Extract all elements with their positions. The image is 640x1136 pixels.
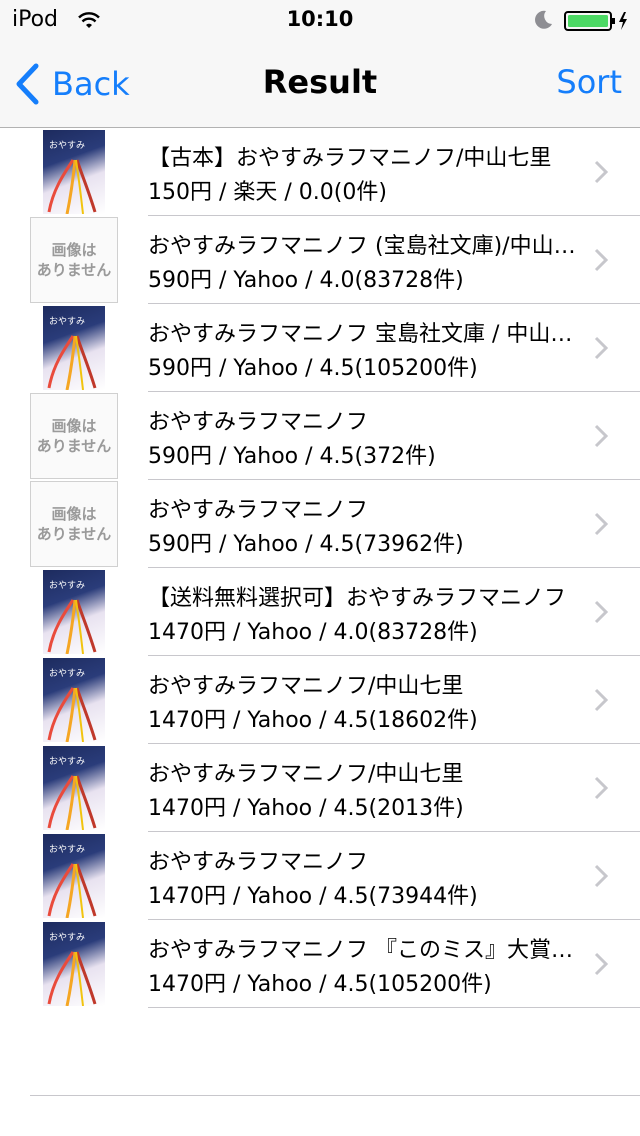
svg-text:おやすみ: おやすみ <box>49 668 85 679</box>
book-cover-image: おやすみ <box>43 658 105 742</box>
result-subtitle: 150円 / 楽天 / 0.0(0件) <box>148 180 387 205</box>
result-subtitle: 1470円 / Yahoo / 4.0(83728件) <box>148 620 478 645</box>
result-subtitle: 590円 / Yahoo / 4.0(83728件) <box>148 268 464 293</box>
result-subtitle: 1470円 / Yahoo / 4.5(105200件) <box>148 972 492 997</box>
result-subtitle: 1470円 / Yahoo / 4.5(2013件) <box>148 796 464 821</box>
result-row[interactable]: おやすみ おやすみラフマニノフ 宝島社文庫 / 中山七里 590円 / Yaho… <box>0 304 640 392</box>
svg-text:おやすみ: おやすみ <box>49 140 85 151</box>
result-title: おやすみラフマニノフ <box>148 498 369 523</box>
result-title: おやすみラフマニノフ/中山七里 <box>148 674 464 699</box>
sort-button[interactable]: Sort <box>556 63 622 101</box>
book-cover-image: おやすみ <box>43 746 105 830</box>
book-thumbnail: 画像は ありません <box>30 216 118 304</box>
svg-text:おやすみ: おやすみ <box>49 932 85 943</box>
result-row[interactable]: おやすみ 【古本】おやすみラフマニノフ/中山七里 150円 / 楽天 / 0.0… <box>0 128 640 216</box>
result-subtitle: 590円 / Yahoo / 4.5(105200件) <box>148 356 478 381</box>
no-image-placeholder: 画像は ありません <box>30 393 118 479</box>
page-title: Result <box>262 63 378 101</box>
result-title: おやすみラフマニノフ 『このミス』大賞シリーズ <box>148 938 578 963</box>
result-row[interactable]: 画像はありません おやすみラフマニノフ 590円 / Yahoo / 4.5(3… <box>0 392 640 480</box>
result-title: おやすみラフマニノフ (宝島社文庫)/中山七里 <box>148 234 578 259</box>
chevron-right-icon <box>594 864 608 888</box>
no-image-placeholder: 画像は ありません <box>30 481 118 567</box>
no-image-line1: 画像は <box>51 417 97 435</box>
svg-text:おやすみ: おやすみ <box>49 316 85 327</box>
book-thumbnail: おやすみ <box>30 128 118 216</box>
book-cover-image: おやすみ <box>43 834 105 918</box>
book-thumbnail: おやすみ <box>30 656 118 744</box>
result-title: 【古本】おやすみラフマニノフ/中山七里 <box>148 146 552 171</box>
chevron-right-icon <box>594 600 608 624</box>
svg-text:おやすみ: おやすみ <box>49 844 85 855</box>
result-subtitle: 1470円 / Yahoo / 4.5(18602件) <box>148 708 478 733</box>
result-title: おやすみラフマニノフ <box>148 410 369 435</box>
book-thumbnail: おやすみ <box>30 832 118 920</box>
no-image-line1: 画像は <box>51 241 97 259</box>
book-thumbnail: おやすみ <box>30 568 118 656</box>
book-cover-image: おやすみ <box>43 306 105 390</box>
chevron-right-icon <box>594 952 608 976</box>
result-title: 【送料無料選択可】おやすみラフマニノフ <box>148 586 567 611</box>
result-row[interactable]: おやすみ おやすみラフマニノフ/中山七里 1470円 / Yahoo / 4.5… <box>0 656 640 744</box>
result-title: おやすみラフマニノフ 宝島社文庫 / 中山七里 <box>148 322 578 347</box>
result-subtitle: 590円 / Yahoo / 4.5(73962件) <box>148 532 464 557</box>
book-thumbnail: おやすみ <box>30 744 118 832</box>
chevron-right-icon <box>594 776 608 800</box>
result-subtitle: 590円 / Yahoo / 4.5(372件) <box>148 444 436 469</box>
result-row[interactable]: おやすみ おやすみラフマニノフ 1470円 / Yahoo / 4.5(7394… <box>0 832 640 920</box>
chevron-right-icon <box>594 688 608 712</box>
book-thumbnail: おやすみ <box>30 920 118 1008</box>
result-row[interactable]: おやすみ おやすみラフマニノフ/中山七里 1470円 / Yahoo / 4.5… <box>0 744 640 832</box>
navigation-bar: Back Result Sort <box>0 40 640 128</box>
result-title: おやすみラフマニノフ <box>148 850 369 875</box>
no-image-line2: ありません <box>36 437 112 455</box>
chevron-right-icon <box>594 512 608 536</box>
result-row[interactable]: おやすみ おやすみラフマニノフ 『このミス』大賞シリーズ 1470円 / Yah… <box>0 920 640 1008</box>
result-list: おやすみ 【古本】おやすみラフマニノフ/中山七里 150円 / 楽天 / 0.0… <box>0 128 640 1008</box>
result-row[interactable]: 画像はありません おやすみラフマニノフ 590円 / Yahoo / 4.5(7… <box>0 480 640 568</box>
book-thumbnail: おやすみ <box>30 304 118 392</box>
result-subtitle: 1470円 / Yahoo / 4.5(73944件) <box>148 884 478 909</box>
chevron-right-icon <box>594 248 608 272</box>
no-image-line2: ありません <box>36 261 112 279</box>
book-cover-image: おやすみ <box>43 130 105 214</box>
chevron-right-icon <box>594 160 608 184</box>
book-cover-image: おやすみ <box>43 570 105 654</box>
no-image-line1: 画像は <box>51 505 97 523</box>
svg-text:おやすみ: おやすみ <box>49 580 85 591</box>
list-divider <box>30 1095 640 1096</box>
chevron-right-icon <box>594 336 608 360</box>
no-image-line2: ありません <box>36 525 112 543</box>
result-title: おやすみラフマニノフ/中山七里 <box>148 762 464 787</box>
svg-text:おやすみ: おやすみ <box>49 756 85 767</box>
no-image-placeholder: 画像は ありません <box>30 217 118 303</box>
result-row[interactable]: 画像はありません おやすみラフマニノフ (宝島社文庫)/中山七里 590円 / … <box>0 216 640 304</box>
chevron-right-icon <box>594 424 608 448</box>
result-row[interactable]: おやすみ 【送料無料選択可】おやすみラフマニノフ 1470円 / Yahoo /… <box>0 568 640 656</box>
book-cover-image: おやすみ <box>43 922 105 1006</box>
book-thumbnail: 画像は ありません <box>30 480 118 568</box>
status-bar: iPod 10:10 <box>0 0 640 40</box>
moon-icon <box>535 10 552 29</box>
battery-icon <box>564 11 627 31</box>
book-thumbnail: 画像は ありません <box>30 392 118 480</box>
